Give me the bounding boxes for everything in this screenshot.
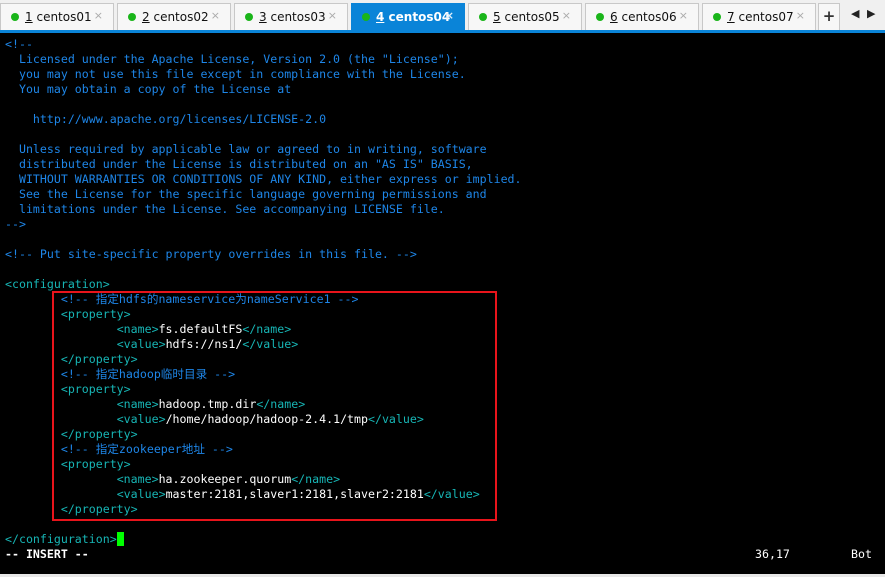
new-tab-button[interactable]: +: [818, 3, 840, 30]
scroll-tabs-right-icon[interactable]: ▶: [867, 7, 875, 20]
comment-text: <!-- Put site-specific property override…: [5, 247, 417, 261]
code-line: <!--: [5, 37, 522, 52]
tab-centos06[interactable]: 6 centos06 ×: [585, 3, 699, 30]
comment-text: Unless required by applicable law or agr…: [5, 142, 487, 156]
tab-label: 1 centos01: [25, 10, 92, 24]
comment-text: Licensed under the Apache License, Versi…: [5, 52, 459, 66]
code-line: You may obtain a copy of the License at: [5, 82, 522, 97]
close-tab-icon[interactable]: ×: [94, 9, 103, 22]
terminal[interactable]: <!-- Licensed under the Apache License, …: [0, 33, 885, 574]
comment-text: you may not use this file except in comp…: [5, 67, 466, 81]
tab-name: centos03: [270, 10, 326, 24]
close-tab-icon[interactable]: ×: [328, 9, 337, 22]
tab-centos01[interactable]: 1 centos01 ×: [0, 3, 114, 30]
close-tab-icon[interactable]: ×: [211, 9, 220, 22]
tab-centos05[interactable]: 5 centos05 ×: [468, 3, 582, 30]
close-tab-icon[interactable]: ×: [796, 9, 805, 22]
tab-number: 1: [25, 10, 33, 24]
connected-status-icon: [596, 13, 604, 21]
tab-label: 4 centos04: [376, 10, 450, 24]
tab-centos07[interactable]: 7 centos07 ×: [702, 3, 816, 30]
code-line: WITHOUT WARRANTIES OR CONDITIONS OF ANY …: [5, 172, 522, 187]
tab-bar: + ◀ ▶ 1 centos01 × 2 centos02 × 3 centos03 × 4…: [0, 0, 885, 33]
tab-label: 5 centos05: [493, 10, 560, 24]
close-tab-icon[interactable]: ×: [445, 9, 454, 22]
tab-name: centos06: [621, 10, 677, 24]
xml-tag: <configuration>: [5, 277, 110, 291]
code-line: distributed under the License is distrib…: [5, 157, 522, 172]
scroll-position: Bot: [851, 547, 872, 561]
tab-number: 6: [610, 10, 618, 24]
tab-name: centos04: [388, 10, 451, 24]
code-line: Licensed under the Apache License, Versi…: [5, 52, 522, 67]
close-tab-icon[interactable]: ×: [679, 9, 688, 22]
comment-text: See the License for the specific languag…: [5, 187, 487, 201]
tab-centos02[interactable]: 2 centos02 ×: [117, 3, 231, 30]
tab-number: 7: [727, 10, 735, 24]
code-line: See the License for the specific languag…: [5, 187, 522, 202]
cursor-position: 36,17: [755, 547, 790, 561]
comment-text: limitations under the License. See accom…: [5, 202, 445, 216]
tab-centos04[interactable]: 4 centos04 ×: [351, 3, 465, 30]
connected-status-icon: [128, 13, 136, 21]
text-cursor: [116, 532, 124, 546]
close-tab-icon[interactable]: ×: [562, 9, 571, 22]
tab-label: 7 centos07: [727, 10, 794, 24]
code-line: you may not use this file except in comp…: [5, 67, 522, 82]
connected-status-icon: [362, 13, 370, 21]
code-line: http://www.apache.org/licenses/LICENSE-2…: [5, 112, 522, 127]
tab-number: 4: [376, 10, 385, 24]
comment-text: distributed under the License is distrib…: [5, 157, 473, 171]
comment-text: -->: [5, 217, 26, 231]
code-line: <configuration>: [5, 277, 522, 292]
tab-name: centos05: [504, 10, 560, 24]
code-line: limitations under the License. See accom…: [5, 202, 522, 217]
comment-text: WITHOUT WARRANTIES OR CONDITIONS OF ANY …: [5, 172, 522, 186]
tab-number: 2: [142, 10, 150, 24]
code-line: -->: [5, 217, 522, 232]
tab-number: 5: [493, 10, 501, 24]
tab-centos03[interactable]: 3 centos03 ×: [234, 3, 348, 30]
highlight-box: [52, 291, 497, 521]
connected-status-icon: [713, 13, 721, 21]
vim-status-line: -- INSERT -- 36,17 Bot: [5, 547, 880, 562]
scroll-tabs-left-icon[interactable]: ◀: [851, 7, 859, 20]
xml-tag: </configuration>: [5, 532, 117, 546]
connected-status-icon: [245, 13, 253, 21]
comment-text: You may obtain a copy of the License at: [5, 82, 292, 96]
tab-name: centos01: [36, 10, 92, 24]
tab-label: 2 centos02: [142, 10, 209, 24]
tab-name: centos02: [153, 10, 209, 24]
connected-status-icon: [479, 13, 487, 21]
tab-name: centos07: [738, 10, 794, 24]
comment-text: <!--: [5, 37, 33, 51]
tab-number: 3: [259, 10, 267, 24]
connected-status-icon: [11, 13, 19, 21]
code-line: Unless required by applicable law or agr…: [5, 142, 522, 157]
tab-label: 3 centos03: [259, 10, 326, 24]
code-line: </configuration>: [5, 532, 522, 547]
mode-indicator: -- INSERT --: [5, 547, 89, 561]
code-line: <!-- Put site-specific property override…: [5, 247, 522, 262]
tab-label: 6 centos06: [610, 10, 677, 24]
comment-text: http://www.apache.org/licenses/LICENSE-2…: [5, 112, 327, 126]
